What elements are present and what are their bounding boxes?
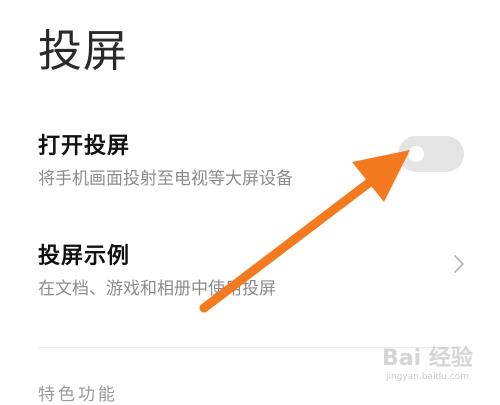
section-header: 特色功能	[38, 385, 118, 405]
watermark-url: jingyan.baidu.com	[386, 372, 470, 382]
setting-title: 投屏示例	[38, 244, 131, 269]
watermark: Bai 经验 jingyan.baidu.com	[372, 338, 498, 392]
toggle-knob	[408, 146, 424, 162]
watermark-text: Bai 经验	[382, 346, 473, 371]
page-title: 投屏	[38, 26, 128, 77]
setting-subtitle: 在文档、游戏和相册中使用投屏	[38, 279, 276, 299]
setting-subtitle: 将手机画面投射至电视等大屏设备	[38, 169, 293, 189]
setting-row-casting-examples[interactable]: 投屏示例 在文档、游戏和相册中使用投屏	[38, 230, 500, 310]
setting-title: 打开投屏	[38, 134, 131, 159]
enable-casting-toggle[interactable]	[398, 136, 464, 172]
chevron-right-icon[interactable]	[449, 254, 469, 274]
